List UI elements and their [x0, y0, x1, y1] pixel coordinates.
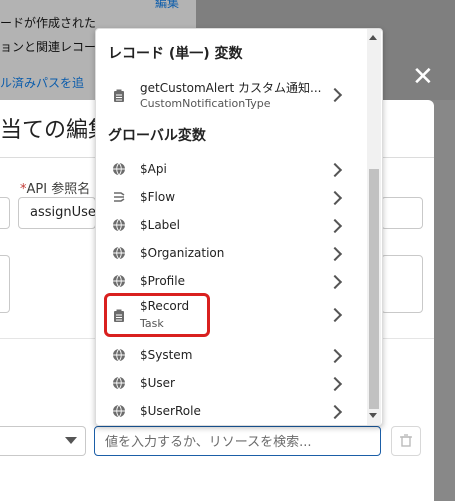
close-icon[interactable]: ✕: [412, 62, 434, 92]
api-name-label: *API 参照名: [20, 182, 91, 197]
list-item-userrole[interactable]: $UserRole: [96, 399, 366, 423]
operator-select[interactable]: [0, 426, 86, 456]
textarea-input[interactable]: [381, 255, 423, 313]
list-item-user[interactable]: $User: [96, 371, 366, 395]
list-item-sub: CustomNotificationType: [140, 97, 271, 110]
chevron-right-icon: [327, 404, 343, 420]
list-item-label: $User: [140, 376, 175, 390]
globe-icon: [113, 218, 125, 232]
list-item-label: $System: [140, 348, 193, 362]
highlight-box: [104, 293, 210, 337]
chevron-right-icon: [327, 87, 343, 103]
bg-text-line1: ードが作成された: [0, 16, 97, 30]
label-input[interactable]: [0, 197, 10, 229]
list-item-getcustomalert[interactable]: getCustomAlert カスタム通知... CustomNotificat…: [96, 77, 366, 113]
scrollbar-thumb[interactable]: [369, 169, 379, 409]
bg-link: ル済みパスを追: [0, 76, 85, 90]
delete-button[interactable]: [391, 426, 421, 456]
value-search-input[interactable]: [94, 426, 381, 456]
globe-icon: [113, 274, 125, 288]
globe-icon: [113, 348, 125, 362]
chevron-right-icon: [327, 376, 343, 392]
list-item-label: $Organization: [140, 246, 225, 260]
chevron-right-icon: [327, 348, 343, 364]
clipboard-icon: [114, 89, 124, 102]
chevron-right-icon: [327, 246, 343, 262]
bg-text-line2: ョンと関連レコー: [0, 40, 97, 54]
flow-icon: [114, 192, 125, 202]
global-variables-header: グローバル変数: [108, 128, 206, 144]
list-item-flow[interactable]: $Flow: [96, 185, 366, 209]
scroll-up-arrow-icon[interactable]: [369, 35, 377, 40]
list-item-label: $UserRole: [140, 404, 201, 418]
list-item-profile[interactable]: $Profile: [96, 269, 366, 293]
value-search-field[interactable]: [103, 428, 377, 456]
chevron-right-icon: [327, 162, 343, 178]
description-input[interactable]: [0, 255, 10, 313]
list-item-label: $Profile: [140, 274, 185, 288]
bg-edit-link: 編集: [155, 0, 180, 10]
list-item-label-var[interactable]: $Label: [96, 213, 366, 237]
field-input[interactable]: [381, 197, 423, 229]
list-item-label: $Flow: [140, 190, 176, 204]
globe-icon: [113, 404, 125, 418]
globe-icon: [113, 162, 125, 176]
list-item-label: $Label: [140, 218, 181, 232]
globe-icon: [113, 376, 125, 390]
chevron-right-icon: [327, 190, 343, 206]
globe-icon: [113, 246, 125, 260]
chevron-right-icon: [327, 218, 343, 234]
trash-icon: [400, 434, 412, 447]
chevron-down-icon: [65, 437, 77, 444]
resource-picker-dropdown: レコード (単一) 変数 getCustomAlert カスタム通知... Cu…: [95, 28, 383, 426]
chevron-right-icon: [327, 307, 343, 323]
list-item-system[interactable]: $System: [96, 343, 366, 367]
record-variables-header: レコード (単一) 変数: [108, 46, 243, 62]
scroll-down-arrow-icon[interactable]: [369, 413, 377, 418]
modal-title: 当ての編集: [0, 118, 111, 143]
list-item-label: $Api: [140, 162, 167, 176]
list-item-api[interactable]: $Api: [96, 157, 366, 181]
list-item-organization[interactable]: $Organization: [96, 241, 366, 265]
api-name-value: assignUser: [30, 205, 102, 220]
list-item-label: getCustomAlert カスタム通知...: [140, 81, 322, 95]
chevron-right-icon: [327, 274, 343, 290]
